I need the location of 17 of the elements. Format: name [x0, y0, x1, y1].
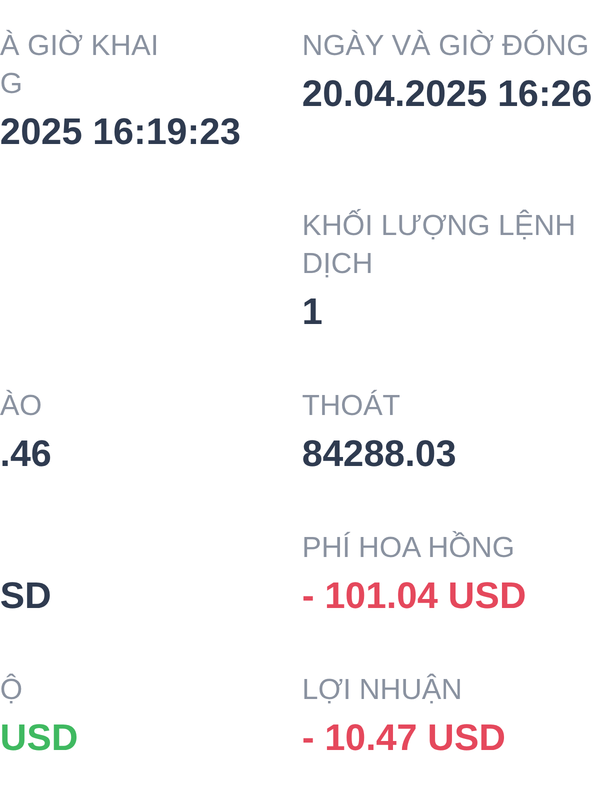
field-value: 20.04.2025 16:26 — [302, 72, 592, 116]
field-value: SD — [0, 574, 52, 618]
field-label: LỢI NHUẬN — [302, 672, 462, 708]
field-value: - 10.47 USD — [302, 716, 506, 760]
field-label: À GIỜ KHAI G — [0, 28, 159, 102]
field-label: NGÀY VÀ GIỜ ĐÓNG — [302, 28, 589, 64]
field-value: 1 — [302, 290, 323, 334]
field-value: 2025 16:19:23 — [0, 110, 241, 154]
field-label: PHÍ HOA HỒNG — [302, 530, 515, 566]
field-value: 84288.03 — [302, 432, 456, 476]
field-label: ÀO — [0, 388, 42, 424]
field-label: THOÁT — [302, 388, 400, 424]
field-value: .46 — [0, 432, 52, 476]
field-value: - 101.04 USD — [302, 574, 526, 618]
field-label: KHỐI LƯỢNG LỆNH DỊCH — [302, 208, 576, 282]
field-label: Ộ — [0, 672, 23, 708]
field-value: USD — [0, 716, 78, 760]
